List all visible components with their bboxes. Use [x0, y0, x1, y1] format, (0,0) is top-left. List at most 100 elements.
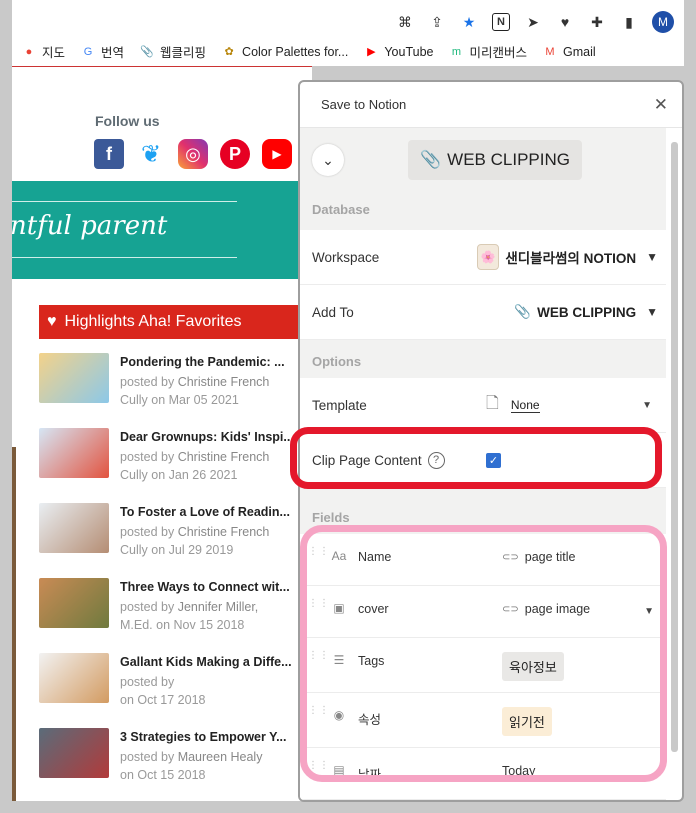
- twitter-icon[interactable]: ❦: [136, 139, 166, 169]
- drag-handle-icon[interactable]: ⋮⋮: [308, 547, 329, 557]
- youtube-icon: ▶: [367, 46, 376, 58]
- post-thumbnail[interactable]: [39, 578, 109, 628]
- field-value-container[interactable]: 육아정보: [502, 652, 564, 681]
- add-to-row[interactable]: Add To 📎 WEB CLIPPING ▼: [300, 285, 666, 340]
- drag-handle-icon[interactable]: ⋮⋮: [308, 599, 329, 609]
- field-name: cover: [358, 602, 389, 616]
- drag-handle-icon[interactable]: ⋮⋮: [308, 651, 329, 661]
- add-to-select[interactable]: 📎 WEB CLIPPING ▼: [514, 304, 658, 320]
- list-item[interactable]: Pondering the Pandemic: ... posted by Chr…: [39, 351, 312, 426]
- post-title[interactable]: Dear Grownups: Kids' Inspi...: [120, 430, 294, 444]
- post-author[interactable]: Jennifer Miller,: [178, 600, 259, 614]
- post-meta: posted by Maureen Healy on Oct 15 2018: [120, 748, 305, 784]
- workspace-label: Workspace: [312, 249, 380, 265]
- youtube-icon[interactable]: ▶: [262, 139, 292, 169]
- post-title[interactable]: Three Ways to Connect wit...: [120, 580, 290, 594]
- post-list: Pondering the Pandemic: ... posted by Chr…: [39, 351, 312, 801]
- field-tag[interactable]: 육아정보: [502, 652, 564, 681]
- add-to-value: WEB CLIPPING: [537, 304, 637, 320]
- bookmark-paperclip[interactable]: 📎 웹클리핑: [140, 42, 206, 61]
- field-row[interactable]: ⋮⋮ ☰ Tags 육아정보: [300, 638, 666, 693]
- clip-page-content-label: Clip Page Content: [312, 452, 422, 468]
- list-icon: ☰: [333, 653, 345, 667]
- post-thumbnail[interactable]: [39, 503, 109, 553]
- field-row[interactable]: ⋮⋮ ◉ 속성 읽기전: [300, 693, 666, 748]
- social-links: f ❦ ◎ P ▶: [94, 139, 292, 169]
- workspace-row[interactable]: Workspace 🌸 샌디블라썸의 NOTION ▼: [300, 230, 666, 285]
- page-selector-row: ⌄ 📎 WEB CLIPPING: [300, 128, 666, 196]
- facebook-icon[interactable]: f: [94, 139, 124, 169]
- translate-page-icon[interactable]: ⌘: [396, 13, 414, 31]
- post-author[interactable]: Christine French: [178, 525, 270, 539]
- template-select[interactable]: 🗋 None: [486, 392, 540, 419]
- close-icon[interactable]: ✕: [654, 95, 668, 115]
- post-author[interactable]: Christine French: [178, 375, 270, 389]
- field-row[interactable]: ⋮⋮ Aa Name ⊂⊃ page title: [300, 534, 666, 586]
- drag-handle-icon[interactable]: ⋮⋮: [308, 706, 329, 716]
- bookmark-translate[interactable]: G 번역: [81, 42, 124, 61]
- post-thumbnail[interactable]: [39, 728, 109, 778]
- share-icon[interactable]: ⇪: [428, 13, 446, 31]
- heart-icon: ♥: [47, 313, 57, 330]
- bookmark-label: 번역: [101, 46, 125, 60]
- extensions-puzzle-icon[interactable]: ✚: [588, 13, 606, 31]
- field-value-container[interactable]: ⊂⊃ page image: [502, 602, 590, 616]
- field-value-container[interactable]: Today: [502, 764, 535, 778]
- status-icon: ◉: [333, 708, 345, 722]
- field-value[interactable]: page title: [525, 550, 576, 564]
- profile-avatar[interactable]: M: [652, 11, 674, 33]
- pocket-extension-icon[interactable]: ♥: [556, 13, 574, 31]
- help-icon[interactable]: ?: [427, 451, 445, 469]
- post-title[interactable]: 3 Strategies to Empower Y...: [120, 730, 287, 744]
- template-row[interactable]: Template 🗋 None ▼: [300, 378, 666, 433]
- post-meta-prefix: posted by: [120, 600, 178, 614]
- notion-extension-icon[interactable]: N: [492, 13, 510, 31]
- field-value[interactable]: Today: [502, 764, 535, 778]
- field-value-container[interactable]: ⊂⊃ page title: [502, 550, 576, 564]
- post-meta-prefix: posted by: [120, 675, 175, 689]
- send-extension-icon[interactable]: ➤: [524, 13, 542, 31]
- workspace-select[interactable]: 🌸 샌디블라썸의 NOTION ▼: [477, 244, 658, 270]
- pinterest-icon[interactable]: P: [220, 139, 250, 169]
- post-thumbnail[interactable]: [39, 353, 109, 403]
- chevron-down-icon[interactable]: ⌄: [312, 144, 344, 176]
- bookmark-gmail[interactable]: M Gmail: [543, 45, 595, 59]
- bookmark-maps-pin[interactable]: ● 지도: [22, 42, 65, 61]
- field-value-container[interactable]: 읽기전: [502, 707, 552, 736]
- post-title[interactable]: Gallant Kids Making a Diffe...: [120, 655, 292, 669]
- post-author[interactable]: Maureen Healy: [178, 750, 263, 764]
- site-banner: ntful parent: [12, 181, 312, 279]
- bookmark-miricanvas[interactable]: m 미리캔버스: [449, 42, 527, 61]
- post-title[interactable]: To Foster a Love of Readin...: [120, 505, 290, 519]
- post-title[interactable]: Pondering the Pandemic: ...: [120, 355, 285, 369]
- panel-scrollbar[interactable]: [671, 142, 678, 752]
- caret-down-icon[interactable]: ▼: [644, 606, 654, 617]
- bookmark-color-palette[interactable]: ✿ Color Palettes for...: [222, 45, 348, 59]
- clip-page-content-checkbox[interactable]: ✓: [486, 453, 501, 468]
- bookmark-star-icon[interactable]: ★: [460, 13, 478, 31]
- drag-handle-icon[interactable]: ⋮⋮: [308, 761, 329, 771]
- field-value[interactable]: page image: [525, 602, 590, 616]
- panel-header: Save to Notion ✕: [300, 82, 682, 128]
- post-meta-prefix: posted by: [120, 450, 178, 464]
- bookmark-youtube[interactable]: ▶ YouTube: [364, 45, 433, 59]
- instagram-icon[interactable]: ◎: [178, 139, 208, 169]
- bookmark-label: 미리캔버스: [469, 46, 527, 60]
- post-thumbnail[interactable]: [39, 653, 109, 703]
- document-icon: 🗋: [486, 394, 499, 412]
- side-panel-icon[interactable]: ▮: [620, 13, 638, 31]
- field-row[interactable]: ⋮⋮ ▤ 날짜 Today: [300, 748, 666, 800]
- list-item[interactable]: 3 Strategies to Empower Y... posted by Ma…: [39, 726, 312, 801]
- post-date: Cully on Jul 29 2019: [120, 543, 234, 557]
- list-item[interactable]: Three Ways to Connect wit... posted by Je…: [39, 576, 312, 651]
- list-item[interactable]: To Foster a Love of Readin... posted by C…: [39, 501, 312, 576]
- bookmark-label: 지도: [42, 46, 66, 60]
- post-thumbnail[interactable]: [39, 428, 109, 478]
- target-page-chip[interactable]: 📎 WEB CLIPPING: [408, 140, 582, 180]
- clip-page-content-row[interactable]: Clip Page Content ? ✓: [300, 433, 666, 488]
- list-item[interactable]: Dear Grownups: Kids' Inspi... posted by C…: [39, 426, 312, 501]
- field-row[interactable]: ⋮⋮ ▣ cover ⊂⊃ page image ▼: [300, 586, 666, 638]
- post-author[interactable]: Christine French: [178, 450, 270, 464]
- field-tag[interactable]: 읽기전: [502, 707, 552, 736]
- list-item[interactable]: Gallant Kids Making a Diffe... posted by …: [39, 651, 312, 726]
